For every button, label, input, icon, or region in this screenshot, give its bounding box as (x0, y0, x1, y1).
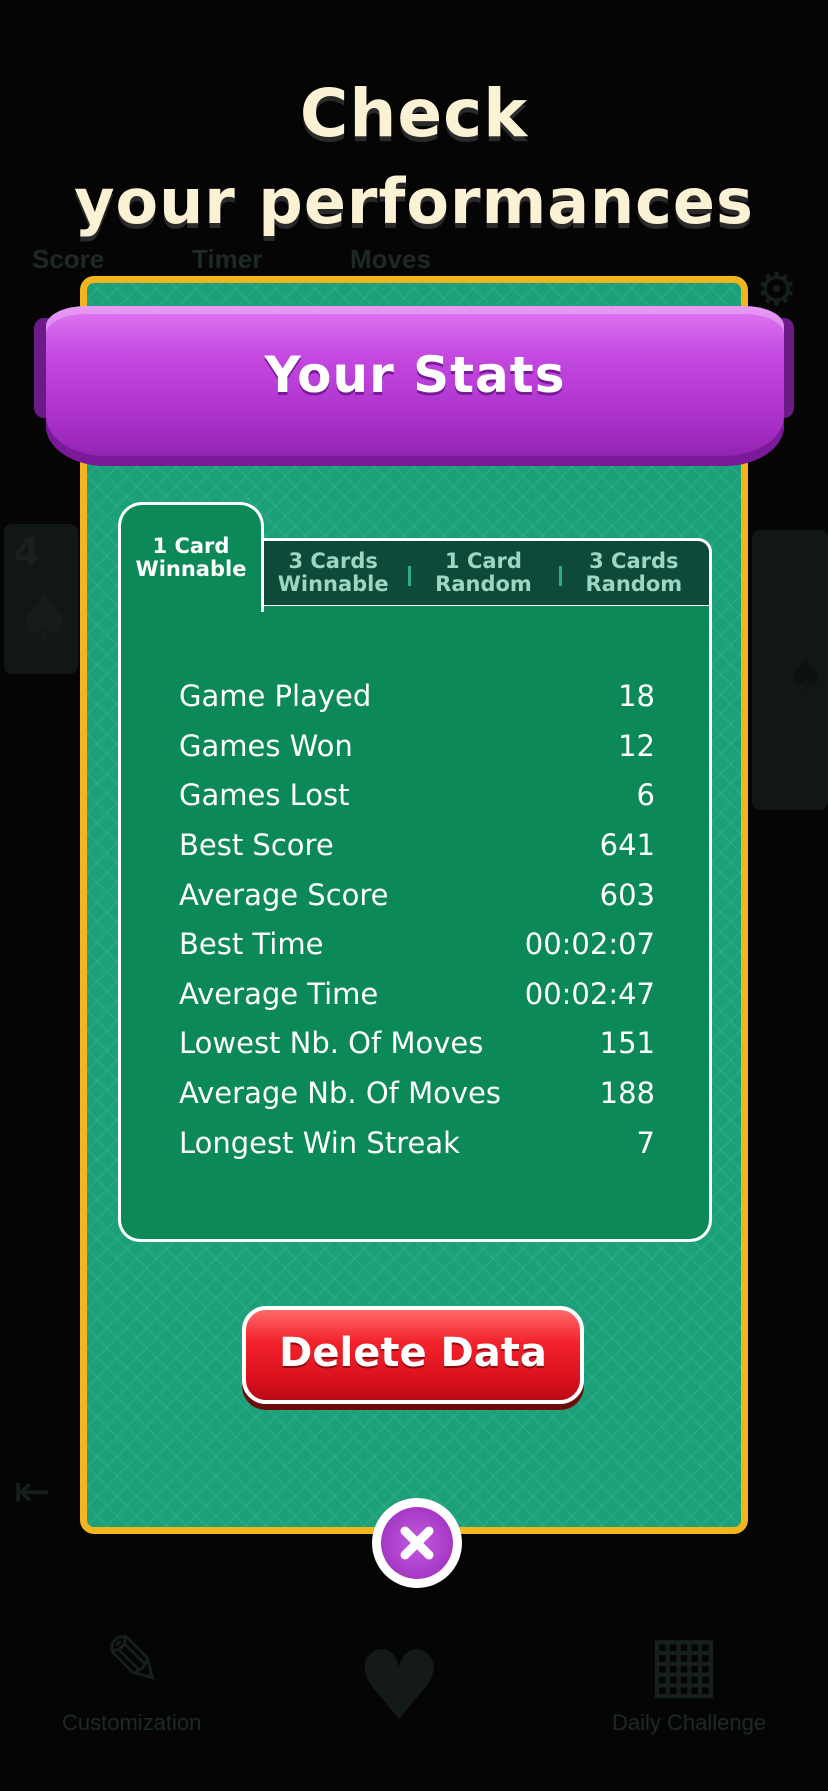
stat-value: 00:02:47 (524, 977, 655, 1011)
stat-row-games-lost: Games Lost 6 (179, 775, 655, 815)
stat-label: Average Nb. Of Moves (179, 1076, 501, 1110)
tab-1-card-winnable[interactable]: 1 Card Winnable (118, 502, 264, 612)
bg-spade-icon-right: ♠ (786, 650, 826, 701)
stat-row-best-time: Best Time 00:02:07 (179, 924, 655, 964)
bg-timer-label: Timer (192, 244, 263, 274)
stat-label: Games Won (179, 729, 353, 763)
tab-label: 3 Cards Random (585, 549, 683, 596)
tab-label: 3 Cards Winnable (277, 549, 389, 596)
stat-label: Longest Win Streak (179, 1126, 460, 1160)
stat-label: Games Lost (179, 778, 350, 812)
stat-value: 18 (618, 679, 655, 713)
stat-row-lowest-moves: Lowest Nb. Of Moves 151 (179, 1023, 655, 1063)
bg-score-label: Score (32, 244, 105, 274)
stat-label: Lowest Nb. Of Moves (179, 1026, 484, 1060)
stat-value: 188 (599, 1076, 655, 1110)
promo-headline: Check your performances (0, 70, 828, 246)
tab-label: 1 Card Winnable (135, 534, 247, 581)
headline-line1: Check (299, 75, 529, 152)
stat-row-average-score: Average Score 603 (179, 875, 655, 915)
bg-exit-icon: ⇤ (14, 1466, 51, 1517)
stat-row-average-moves: Average Nb. Of Moves 188 (179, 1073, 655, 1113)
tab-label: 1 Card Random (435, 549, 532, 596)
stat-value: 6 (636, 778, 655, 812)
bg-moves-label: Moves (350, 244, 431, 274)
headline-line2: your performances (74, 165, 754, 238)
stat-row-games-played: Game Played 18 (179, 676, 655, 716)
tab-3-cards-random[interactable]: 3 Cards Random (558, 541, 709, 605)
stat-row-games-won: Games Won 12 (179, 726, 655, 766)
stat-label: Average Time (179, 977, 379, 1011)
bg-spade-icon: ♠ (16, 582, 74, 656)
stat-value: 151 (599, 1026, 655, 1060)
close-button[interactable] (372, 1498, 462, 1588)
stat-value: 603 (599, 878, 655, 912)
bg-card-left: 4 ♠ (4, 524, 78, 674)
bg-card-rank: 4 (14, 530, 41, 574)
tab-1-card-random[interactable]: 1 Card Random (408, 541, 558, 605)
close-button-inner (381, 1507, 453, 1579)
delete-data-button[interactable]: Delete Data (242, 1306, 584, 1404)
stat-label: Game Played (179, 679, 372, 713)
stat-row-average-time: Average Time 00:02:47 (179, 974, 655, 1014)
bg-customization-label: Customization (62, 1710, 202, 1735)
stat-value: 641 (599, 828, 655, 862)
stat-value: 7 (636, 1126, 655, 1160)
bg-daily-challenge-label: Daily Challenge (612, 1710, 767, 1735)
bg-brush-icon: ✎ (104, 1620, 163, 1702)
title-ribbon: Your Stats (46, 306, 784, 466)
stat-row-longest-win-streak: Longest Win Streak 7 (179, 1123, 655, 1163)
stat-label: Best Score (179, 828, 334, 862)
stat-value: 12 (618, 729, 655, 763)
stat-label: Best Time (179, 927, 324, 961)
stat-label: Average Score (179, 878, 389, 912)
bg-cards-icon: ♥ (356, 1630, 443, 1742)
stat-row-best-score: Best Score 641 (179, 825, 655, 865)
close-icon (400, 1526, 434, 1560)
bg-calendar-icon: ▦ (648, 1618, 720, 1707)
dialog-title: Your Stats (264, 346, 566, 404)
stat-value: 00:02:07 (524, 927, 655, 961)
stats-table: Game Played 18 Games Won 12 Games Lost 6… (118, 606, 712, 1242)
tab-3-cards-winnable[interactable]: 3 Cards Winnable (258, 541, 408, 605)
stats-tab-bar: 3 Cards Winnable 1 Card Random 3 Cards R… (258, 538, 712, 608)
bg-card-right: ♠ (752, 530, 828, 810)
